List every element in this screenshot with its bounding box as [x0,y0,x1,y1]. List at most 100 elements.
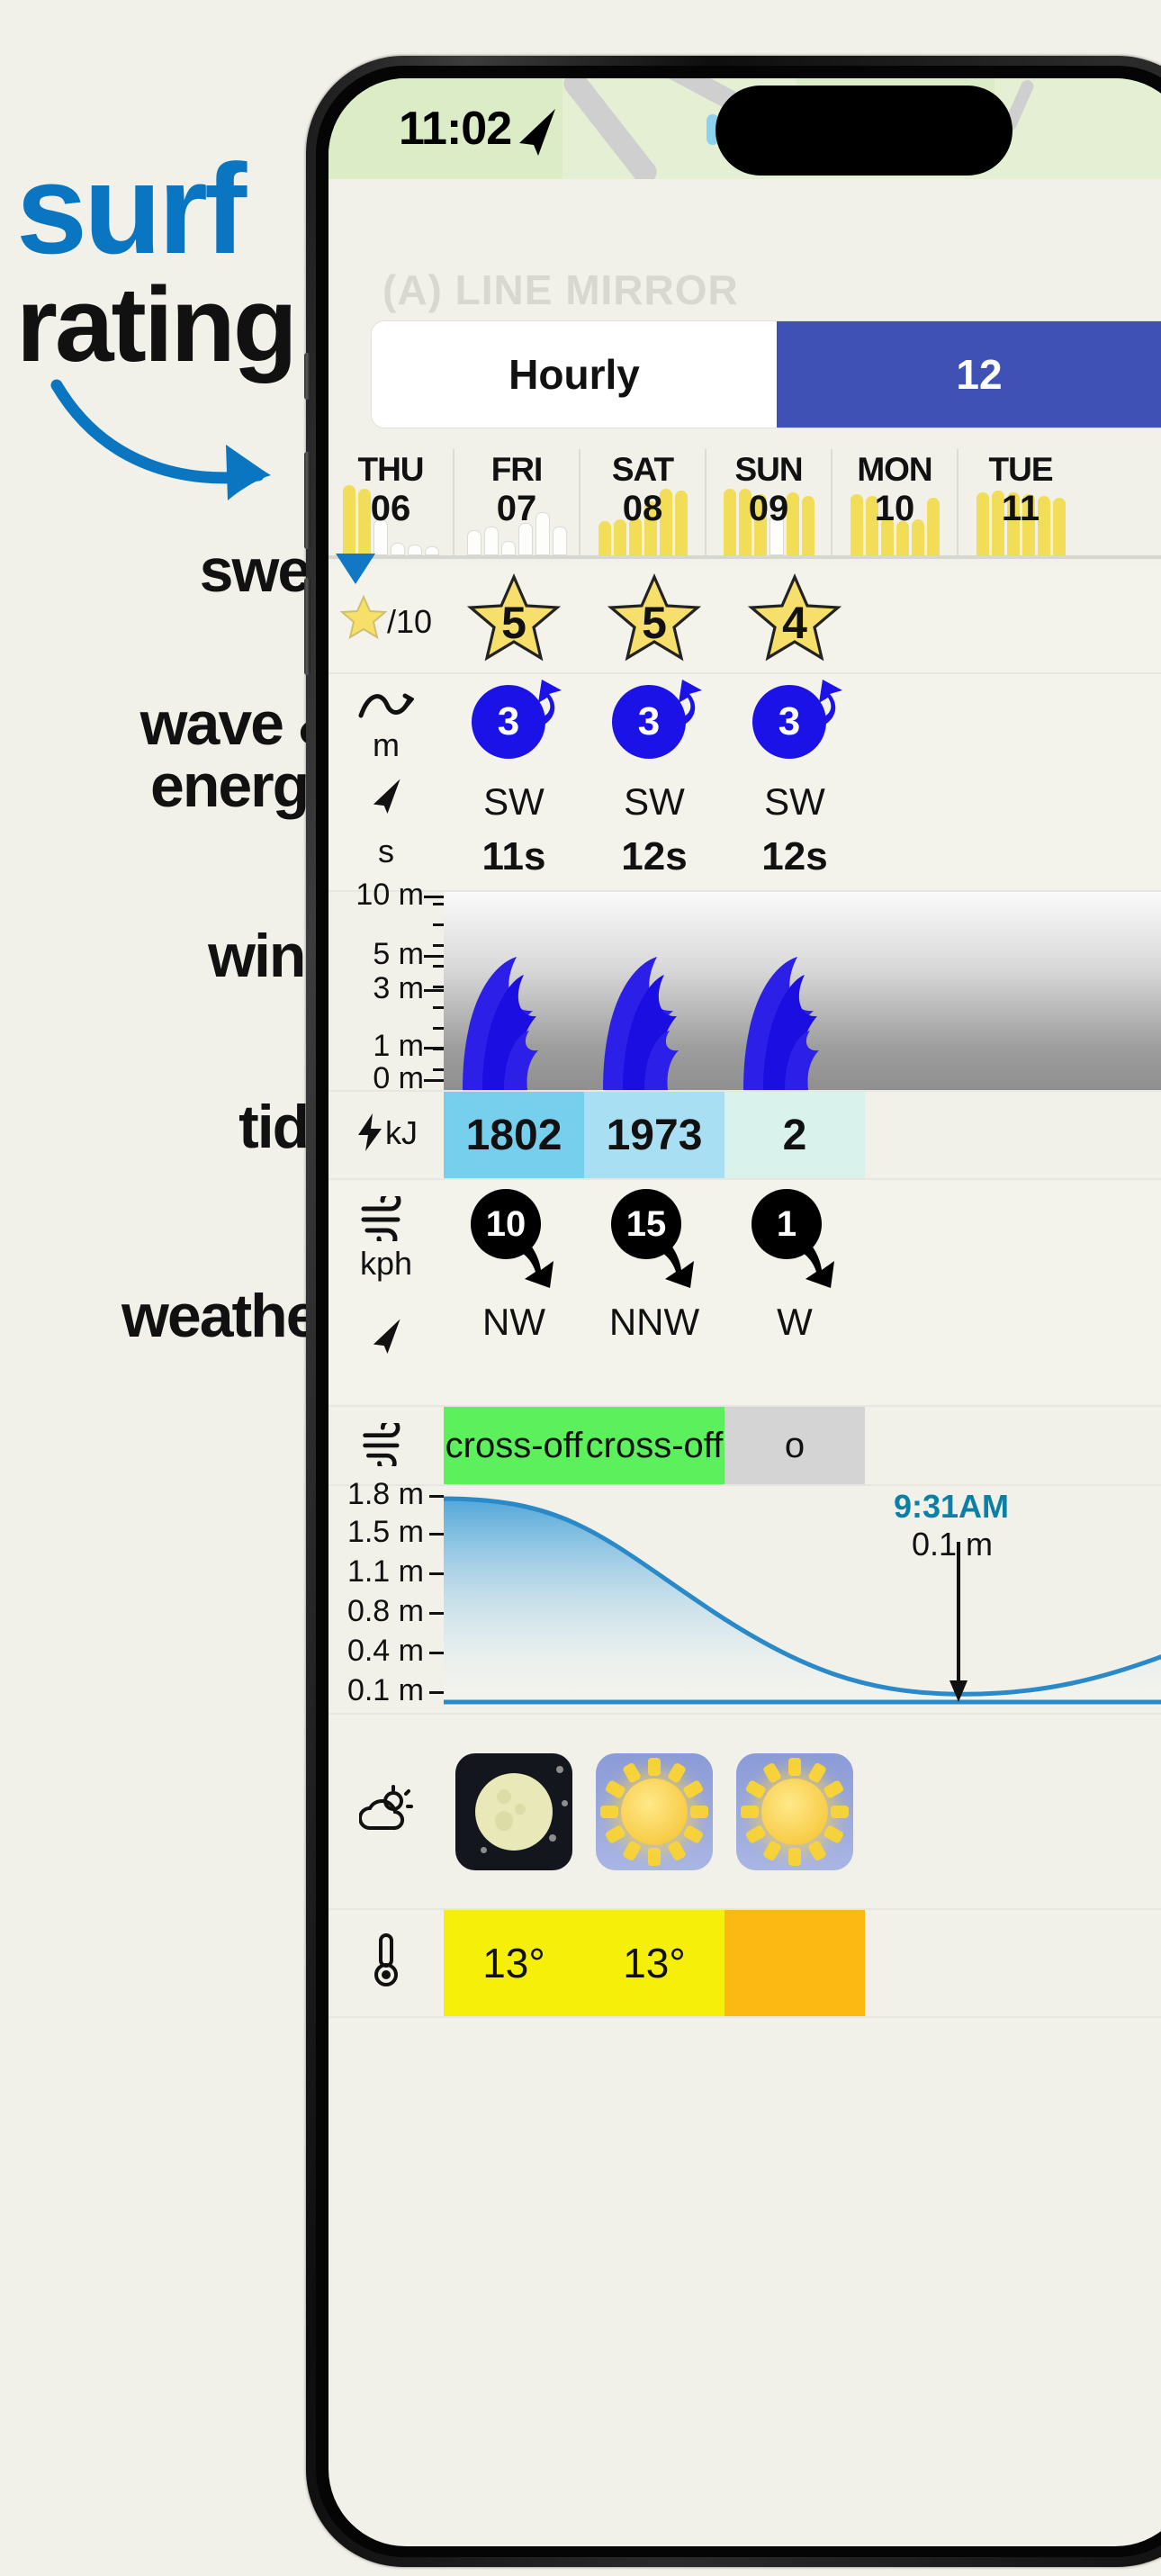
tide-low-time: 9:31AM [894,1488,1010,1525]
wind-speed-value: 15 [611,1189,681,1259]
rating-cell[interactable]: 5 [444,564,584,672]
energy-value: 2 [724,1092,865,1178]
promo-heading: surf rating [16,138,340,378]
wind-compass: W [777,1301,813,1343]
tide-low-height: 0.1 m [912,1526,994,1563]
row-temperature: 13° 13° [328,1910,1161,2018]
row-tide: 1.8 m 1.5 m 1.1 m 0.8 m 0.4 m 0.1 m 9:31… [328,1477,1161,1715]
wind-icon [363,1418,400,1473]
dynamic-island [716,86,1012,176]
weather-cell[interactable] [444,1715,584,1908]
row-swell: m s 3 SW 11s 3 SW 12s 3 SW 12s [328,674,1161,892]
day-strip-item[interactable]: TUE 11 [957,449,1083,555]
rating-cell[interactable]: 5 [584,564,724,672]
day-strip[interactable]: THU 06 FRI 07 SAT 08 SUN 09 MON 10 TUE 11 [328,449,1161,559]
temperature-cell[interactable]: 13° [584,1910,724,2016]
energy-value: 1973 [584,1092,724,1178]
swell-compass: SW [764,780,825,823]
day-strip-item[interactable]: SUN 09 [705,449,831,555]
promo-heading-line1: surf [16,138,247,281]
mute-switch[interactable] [304,353,310,400]
wind-direction: 1 [737,1185,852,1292]
faded-page-title: (A) LINE MIRROR [382,266,739,313]
wave-tick-mark [424,989,444,992]
swell-cell[interactable]: 3 SW 12s [724,674,865,890]
wind-quality-cell[interactable]: cross-off [584,1407,724,1484]
day-name: THU [357,451,424,488]
thermometer-icon [374,1933,398,1986]
tab-hourly[interactable]: Hourly [372,321,777,428]
rating-gutter: /10 [328,594,444,641]
wind-cell[interactable]: 15 NNW [584,1180,724,1405]
star-rating-badge: 5 [608,573,701,663]
wave-glyph-icon [463,957,538,1090]
swell-height-value: 3 [472,685,545,759]
energy-cell[interactable]: 1802 [444,1092,584,1178]
wave-tick-mark [424,1079,444,1082]
tide-curve [444,1496,1161,1705]
swell-direction: 3 [736,678,853,777]
rating-cell[interactable]: 4 [724,564,865,672]
wind-quality-label: cross-off [584,1407,724,1484]
volume-up-button[interactable] [304,452,310,549]
sun-day-icon [736,1752,853,1870]
phone-mockup: 11:02 (A) LINE MIRROR Hourly 12 THU 06 FRI… [304,56,1161,2576]
tide-tick-label: 1.5 m [346,1515,424,1549]
wind-quality-cell[interactable]: cross-off [444,1407,584,1484]
day-strip-item[interactable]: THU 06 [328,449,453,555]
day-strip-item[interactable]: SAT 08 [579,449,705,555]
energy-cell[interactable]: 2 [724,1092,865,1178]
tide-tick-label: 0.8 m [346,1594,424,1628]
swell-height-value: 3 [612,685,686,759]
swell-direction: 3 [455,678,572,777]
tide-tick-label: 0.1 m [346,1673,424,1707]
wave-cell[interactable] [584,892,724,1090]
swell-direction: 3 [596,678,713,777]
wave-scale: 10 m5 m3 m1 m0 m [328,878,444,1095]
day-name: TUE [988,451,1054,488]
weather-cell[interactable] [724,1715,865,1908]
phone-screen: 11:02 (A) LINE MIRROR Hourly 12 THU 06 FRI… [328,78,1161,2546]
moon-night-icon [455,1752,572,1870]
wave-tick-label: 1 m [373,1029,424,1063]
tide-tick-mark [429,1533,444,1536]
wave-cell[interactable] [724,892,865,1090]
temperature-value: 13° [444,1910,584,2016]
cross-gutter-icon-wrap [328,1418,444,1474]
swell-cell[interactable]: 3 SW 12s [584,674,724,890]
swell-period: 11s [482,834,546,878]
rating-unit: /10 [386,603,433,640]
star-rating-badge: 5 [467,573,561,663]
swell-period-unit: s [378,833,394,869]
wind-quality-cell[interactable]: o [724,1407,865,1484]
row-wind-quality: cross-off cross-off o [328,1407,1161,1486]
swell-compass: SW [624,780,685,823]
wind-unit: kph [359,1245,413,1282]
wind-cell[interactable]: 10 NW [444,1180,584,1405]
temperature-cell[interactable]: 13° [444,1910,584,2016]
row-rating: /10 5 5 4 [328,564,1161,674]
wave-cell[interactable] [444,892,584,1090]
swell-cell[interactable]: 3 SW 11s [444,674,584,890]
day-strip-item[interactable]: FRI 07 [453,449,579,555]
wind-cell[interactable]: 1W [724,1180,865,1405]
status-clock: 11:02 [399,103,512,155]
view-mode-tabs[interactable]: Hourly 12 [372,321,1161,428]
temperature-value: 13° [584,1910,724,2016]
wave-tick-label: 5 m [373,937,424,971]
direction-arrow-icon [373,779,400,815]
weather-cell[interactable] [584,1715,724,1908]
cloud-sun-icon [358,1785,413,1831]
temperature-cell[interactable] [724,1910,865,2016]
day-strip-item[interactable]: MON 10 [831,449,957,555]
wind-compass: NW [482,1301,545,1343]
temperature-value [724,1910,865,2016]
wind-speed-value: 10 [471,1189,541,1259]
tab-12hour[interactable]: 12 [777,321,1161,428]
tide-tick-label: 1.1 m [346,1554,424,1589]
energy-value: 1802 [444,1092,584,1178]
star-rating-badge: 4 [748,573,842,663]
energy-cell[interactable]: 1973 [584,1092,724,1178]
wave-tick-mark [424,896,444,898]
volume-down-button[interactable] [304,578,310,675]
